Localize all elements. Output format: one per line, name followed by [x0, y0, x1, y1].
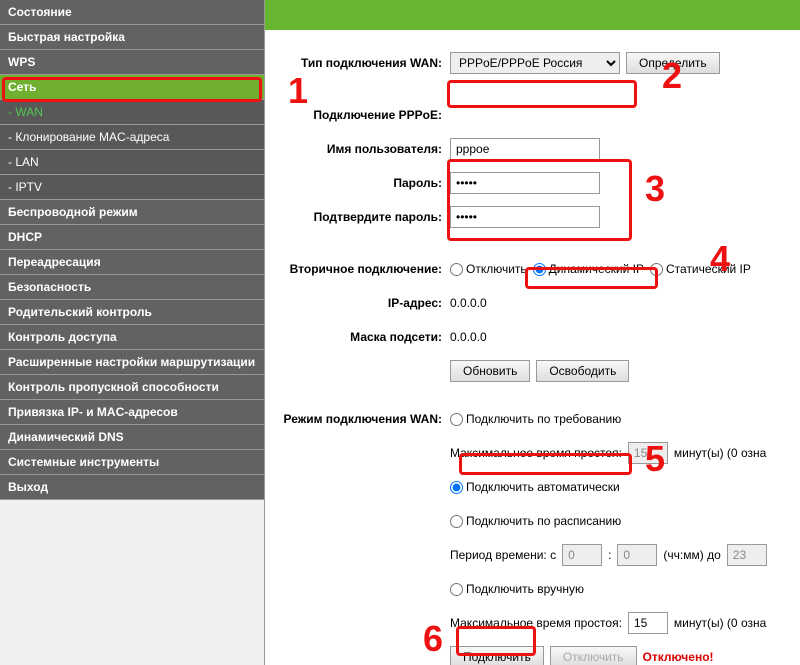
sidebar-item-6[interactable]: - LAN — [0, 150, 264, 175]
header-bar — [265, 0, 800, 30]
schedule-to-input[interactable] — [617, 544, 657, 566]
connection-status: Отключено! — [643, 650, 714, 664]
mask-value: 0.0.0.0 — [450, 330, 790, 344]
pppoe-section-label: Подключение PPPoE: — [275, 108, 450, 122]
sidebar-item-7[interactable]: - IPTV — [0, 175, 264, 200]
idle-input[interactable] — [628, 442, 668, 464]
sidebar-item-0[interactable]: Состояние — [0, 0, 264, 25]
wan-type-label: Тип подключения WAN: — [275, 56, 450, 70]
sidebar-item-16[interactable]: Привязка IP- и MAC-адресов — [0, 400, 264, 425]
refresh-button[interactable]: Обновить — [450, 360, 530, 382]
sec-disable-radio[interactable]: Отключить — [450, 262, 527, 276]
mode-manual-radio[interactable]: Подключить вручную — [450, 582, 584, 596]
mode-auto-radio[interactable]: Подключить автоматически — [450, 480, 620, 494]
password-input[interactable] — [450, 172, 600, 194]
disconnect-button[interactable]: Отключить — [550, 646, 637, 665]
idle-unit: минут(ы) (0 озна — [674, 446, 766, 460]
sidebar-item-10[interactable]: Переадресация — [0, 250, 264, 275]
sidebar-item-14[interactable]: Расширенные настройки маршрутизации — [0, 350, 264, 375]
sidebar-item-13[interactable]: Контроль доступа — [0, 325, 264, 350]
schedule-unit: (чч:мм) до — [663, 548, 720, 562]
detect-button[interactable]: Определить — [626, 52, 720, 74]
idle2-label: Максимальное время простоя: — [450, 616, 622, 630]
mask-label: Маска подсети: — [275, 330, 450, 344]
wan-mode-label: Режим подключения WAN: — [275, 412, 450, 426]
sidebar-item-12[interactable]: Родительский контроль — [0, 300, 264, 325]
idle2-input[interactable] — [628, 612, 668, 634]
ip-label: IP-адрес: — [275, 296, 450, 310]
sidebar-item-4[interactable]: - WAN — [0, 100, 264, 125]
sidebar-item-19[interactable]: Выход — [0, 475, 264, 500]
idle2-unit: минут(ы) (0 озна — [674, 616, 766, 630]
ip-value: 0.0.0.0 — [450, 296, 790, 310]
connect-button[interactable]: Подключить — [450, 646, 544, 665]
sec-dynip-radio[interactable]: Динамический IP — [533, 262, 644, 276]
password-label: Пароль: — [275, 176, 450, 190]
mode-schedule-radio[interactable]: Подключить по расписанию — [450, 514, 621, 528]
idle-label: Максимальное время простоя: — [450, 446, 622, 460]
secondary-conn-label: Вторичное подключение: — [275, 262, 450, 276]
main-panel: Тип подключения WAN: PPPoE/PPPoE Россия … — [265, 0, 800, 665]
sidebar-item-11[interactable]: Безопасность — [0, 275, 264, 300]
sidebar: СостояниеБыстрая настройкаWPSСеть- WAN- … — [0, 0, 265, 665]
sidebar-item-18[interactable]: Системные инструменты — [0, 450, 264, 475]
sidebar-item-17[interactable]: Динамический DNS — [0, 425, 264, 450]
sidebar-item-2[interactable]: WPS — [0, 50, 264, 75]
confirm-password-input[interactable] — [450, 206, 600, 228]
sidebar-item-3[interactable]: Сеть — [0, 75, 264, 100]
sidebar-item-9[interactable]: DHCP — [0, 225, 264, 250]
sidebar-item-1[interactable]: Быстрая настройка — [0, 25, 264, 50]
schedule-from-input[interactable] — [562, 544, 602, 566]
sec-staticip-radio[interactable]: Статический IP — [650, 262, 751, 276]
wan-type-select[interactable]: PPPoE/PPPoE Россия — [450, 52, 620, 74]
schedule-period-label: Период времени: с — [450, 548, 556, 562]
sidebar-item-15[interactable]: Контроль пропускной способности — [0, 375, 264, 400]
mode-on-demand-radio[interactable]: Подключить по требованию — [450, 412, 621, 426]
username-label: Имя пользователя: — [275, 142, 450, 156]
confirm-password-label: Подтвердите пароль: — [275, 210, 450, 224]
release-button[interactable]: Освободить — [536, 360, 629, 382]
sidebar-item-8[interactable]: Беспроводной режим — [0, 200, 264, 225]
schedule-to2-input[interactable] — [727, 544, 767, 566]
username-input[interactable] — [450, 138, 600, 160]
sidebar-item-5[interactable]: - Клонирование MAC-адреса — [0, 125, 264, 150]
